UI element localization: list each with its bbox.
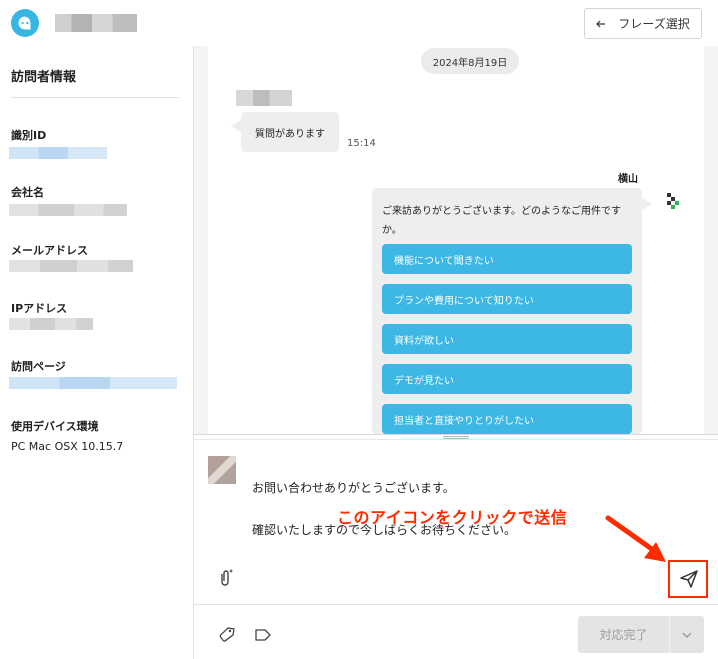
resize-grip-icon — [443, 436, 469, 439]
field-label-ip: IPアドレス — [11, 302, 68, 315]
field-value-page-redacted[interactable] — [9, 377, 177, 389]
message-composer[interactable]: お問い合わせありがとうございます。 確認いたしますので今しばらくお待ちください。… — [194, 440, 718, 604]
visitor-message-time: 15:14 — [347, 138, 376, 149]
site-name-redacted — [55, 14, 137, 32]
choice-button[interactable]: 機能について聞きたい — [382, 244, 632, 274]
choice-button[interactable]: 担当者と直接やりとりがしたい — [382, 404, 632, 434]
field-value-id-redacted — [9, 147, 107, 159]
field-value-ip-redacted — [9, 318, 93, 330]
bot-avatar-icon — [666, 192, 680, 212]
visitor-message-bubble: 質問があります — [231, 112, 339, 152]
send-button[interactable] — [668, 560, 708, 598]
footer-toolbar: 対応完了 — [194, 604, 718, 659]
chevron-down-icon[interactable] — [670, 616, 704, 653]
agent-name: 横山 — [618, 174, 638, 185]
choice-button[interactable]: 資料が欲しい — [382, 324, 632, 354]
field-value-device: PC Mac OSX 10.15.7 — [11, 440, 124, 453]
agent-message-bubble: ご来訪ありがとうございます。どのようなご用件ですか。 機能について聞きたい プラ… — [372, 188, 652, 434]
tag-icon[interactable] — [218, 626, 236, 644]
phrase-select-button[interactable]: フレーズ選択 — [584, 8, 702, 39]
operator-avatar — [208, 456, 236, 484]
chat-logo-icon — [11, 9, 39, 37]
field-label-id: 識別ID — [11, 129, 47, 142]
complete-button[interactable]: 対応完了 — [578, 616, 670, 653]
sidebar-divider — [11, 97, 179, 98]
paperclip-icon[interactable] — [216, 568, 234, 588]
composer-text-line: お問い合わせありがとうございます。 — [252, 481, 455, 495]
choice-button[interactable]: プランや費用について知りたい — [382, 284, 632, 314]
arrow-left-icon — [596, 17, 606, 31]
agent-message-text: ご来訪ありがとうございます。どのようなご用件ですか。 — [382, 206, 621, 236]
complete-button-group: 対応完了 — [578, 616, 704, 653]
field-label-page: 訪問ページ — [11, 360, 66, 373]
date-separator: 2024年8月19日 — [421, 48, 519, 74]
field-label-device: 使用デバイス環境 — [11, 420, 99, 433]
field-label-company: 会社名 — [11, 186, 44, 199]
chat-content: 2024年8月19日 質問があります 15:14 横山 ご来訪ありがとうございま… — [208, 46, 704, 434]
label-icon[interactable] — [254, 627, 272, 643]
header: フレーズ選択 — [0, 0, 718, 46]
field-label-email: メールアドレス — [11, 244, 88, 257]
field-value-company-redacted — [9, 204, 127, 216]
visitor-name-redacted — [236, 90, 292, 106]
send-annotation-text: このアイコンをクリックで送信 — [337, 508, 568, 527]
visitor-info-sidebar: 訪問者情報 識別ID 会社名 メールアドレス IPアドレス 訪問ページ 使用デバ… — [0, 46, 194, 659]
visitor-message-text: 質問があります — [255, 128, 325, 140]
sidebar-title: 訪問者情報 — [11, 70, 77, 85]
field-value-email-redacted — [9, 260, 133, 272]
chat-timeline[interactable]: 2024年8月19日 質問があります 15:14 横山 ご来訪ありがとうございま… — [194, 46, 718, 434]
phrase-select-label: フレーズ選択 — [618, 17, 690, 31]
choice-button[interactable]: デモが見たい — [382, 364, 632, 394]
